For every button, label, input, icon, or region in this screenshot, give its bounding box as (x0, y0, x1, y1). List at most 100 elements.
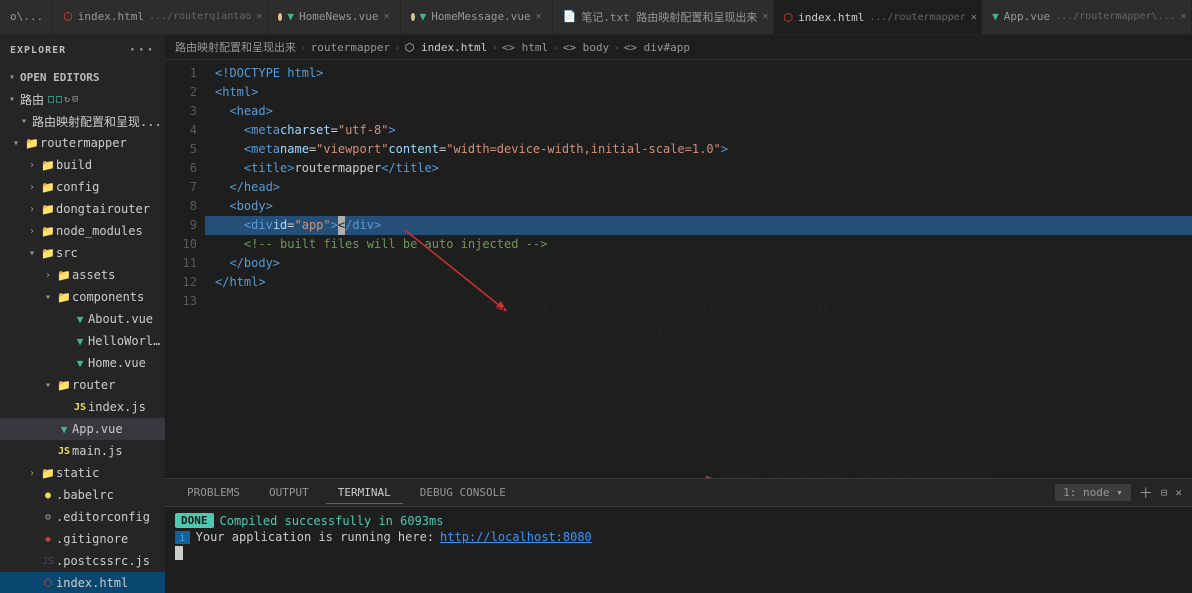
section-label: 路由 (20, 91, 44, 108)
code-line: <title>routermapper</title> (205, 159, 1192, 178)
tab-path: .../routermapper (869, 12, 965, 23)
sidebar-section-open-editors[interactable]: OPEN EDITORS (0, 66, 165, 88)
sidebar-item-about[interactable]: ▼ About.vue (0, 308, 165, 330)
sidebar-item-routermapper[interactable]: 📁 routermapper (0, 132, 165, 154)
bottom-panel: PROBLEMS OUTPUT TERMINAL DEBUG CONSOLE 1… (165, 478, 1192, 593)
sidebar-item-helloworld[interactable]: ▼ HelloWorld.vue (0, 330, 165, 352)
sidebar-item-config[interactable]: 📁 config (0, 176, 165, 198)
close-icon[interactable]: ✕ (536, 11, 542, 22)
compile-text: Compiled successfully in 6093ms (220, 514, 444, 528)
code-content[interactable]: <!DOCTYPE html> <html> <head> <meta char… (205, 60, 1192, 478)
sidebar-item-index-html[interactable]: ⬡ index.html (0, 572, 165, 593)
breadcrumb-item-file: ⬡ index.html (405, 41, 487, 54)
folder-icon: 📁 (40, 159, 56, 172)
tab-index-html-2[interactable]: ⬡ index.html .../routermapper ✕ (774, 0, 983, 34)
add-terminal-icon[interactable]: ＋ (1139, 483, 1153, 503)
split-terminal-icon[interactable]: ⊟ (1161, 486, 1168, 499)
tree-label: config (56, 180, 99, 194)
app-url[interactable]: http://localhost:8080 (440, 530, 592, 544)
new-folder-icon: □ (56, 94, 62, 105)
expand-arrow (40, 270, 56, 281)
sidebar-item-build[interactable]: 📁 build (0, 154, 165, 176)
tree-label: index.html (56, 576, 128, 590)
html-icon: ⬡ (63, 10, 73, 23)
folder-icon: 📁 (40, 247, 56, 260)
close-icon[interactable]: ✕ (383, 11, 389, 22)
tab-label: 笔记.txt 路由映射配置和呈现出来 (581, 9, 757, 25)
breadcrumb-sep: › (613, 41, 620, 54)
close-panel-icon[interactable]: ✕ (1175, 486, 1182, 499)
breadcrumb-item: <> html (502, 41, 548, 54)
sidebar-item-editorconfig[interactable]: ⚙ .editorconfig (0, 506, 165, 528)
sidebar-item-gitignore[interactable]: ◈ .gitignore (0, 528, 165, 550)
modified-dot (411, 13, 415, 21)
cursor (175, 546, 183, 560)
tab-problems[interactable]: PROBLEMS (175, 482, 252, 503)
sidebar-item-index-js[interactable]: JS index.js (0, 396, 165, 418)
collapse-icon: ⊟ (72, 94, 78, 105)
tree-label: node_modules (56, 224, 143, 238)
expand-arrow (24, 468, 40, 479)
tab-path: .../routerqiantao (149, 11, 251, 22)
vue-icon: ▼ (72, 313, 88, 326)
tab-explorer[interactable]: o\... (0, 0, 53, 34)
sidebar-item-home[interactable]: ▼ Home.vue (0, 352, 165, 374)
tab-homemessage[interactable]: ▼ HomeMessage.vue ✕ (401, 0, 553, 34)
sidebar-item-components[interactable]: 📁 components (0, 286, 165, 308)
js-icon: JS (56, 446, 72, 457)
breadcrumb-sep: › (300, 41, 307, 54)
sidebar-item-main-js[interactable]: JS main.js (0, 440, 165, 462)
sidebar-item-babelrc[interactable]: ● .babelrc (0, 484, 165, 506)
folder-icon: 📁 (40, 225, 56, 238)
vue-icon: ▼ (72, 357, 88, 370)
sidebar-item-postcssrc[interactable]: JS .postcssrc.js (0, 550, 165, 572)
code-line-highlighted: <div id="app"></div> (205, 216, 1192, 235)
babel-icon: ● (40, 490, 56, 501)
sidebar-item-node-modules[interactable]: 📁 node_modules (0, 220, 165, 242)
tree-label: main.js (72, 444, 123, 458)
sidebar-section-router[interactable]: 路由 □ □ ↻ ⊟ (0, 88, 165, 110)
folder-icon: 📁 (24, 137, 40, 150)
sidebar-item-src[interactable]: 📁 src (0, 242, 165, 264)
tab-terminal[interactable]: TERMINAL (326, 482, 403, 504)
tab-homenews[interactable]: ▼ HomeNews.vue ✕ (268, 0, 401, 34)
sidebar-item-static[interactable]: 📁 static (0, 462, 165, 484)
sidebar-item-assets[interactable]: 📁 assets (0, 264, 165, 286)
tree-label: Home.vue (88, 356, 146, 370)
expand-arrow (4, 94, 20, 105)
refresh-icon: ↻ (64, 94, 70, 105)
tab-label: HomeNews.vue (299, 10, 378, 23)
folder-icon: 📁 (56, 291, 72, 304)
sidebar-item-router[interactable]: 📁 router (0, 374, 165, 396)
tree-label: router (72, 378, 115, 392)
breadcrumb-item: <> div#app (624, 41, 690, 54)
sidebar-item-dongtairouter[interactable]: 📁 dongtairouter (0, 198, 165, 220)
section-label: 路由映射配置和呈现... (32, 113, 162, 130)
info-prompt: i (175, 531, 190, 544)
tab-notes[interactable]: 📄 笔记.txt 路由映射配置和呈现出来 ✕ (553, 0, 774, 34)
terminal-line-done: DONE Compiled successfully in 6093ms (175, 513, 1182, 528)
tree-label: .postcssrc.js (56, 554, 150, 568)
explorer-label: EXPLORER (10, 45, 66, 56)
txt-icon: 📄 (563, 10, 577, 23)
tab-index-html-1[interactable]: ⬡ index.html .../routerqiantao ✕ (53, 0, 268, 34)
tab-output[interactable]: OUTPUT (257, 482, 321, 503)
close-icon[interactable]: ✕ (1181, 11, 1187, 22)
sidebar-item-app-vue[interactable]: ▼ App.vue (0, 418, 165, 440)
tab-debug-console[interactable]: DEBUG CONSOLE (408, 482, 518, 503)
vue-icon: ▼ (72, 335, 88, 348)
breadcrumb-item: <> body (563, 41, 609, 54)
node-select[interactable]: 1: node ▾ (1055, 484, 1131, 501)
sidebar-item-routermapper-section[interactable]: 路由映射配置和呈现... (0, 110, 165, 132)
tab-app-vue[interactable]: ▼ App.vue .../routermapper\... ✕ (982, 0, 1192, 34)
terminal-content[interactable]: DONE Compiled successfully in 6093ms i Y… (165, 507, 1192, 593)
tree-label: .editorconfig (56, 510, 150, 524)
sidebar: EXPLORER ··· OPEN EDITORS 路由 □ □ ↻ ⊟ (0, 35, 165, 593)
close-icon[interactable]: ✕ (762, 11, 768, 22)
sidebar-header: EXPLORER ··· (0, 35, 165, 66)
expand-arrow (24, 182, 40, 193)
folder-icon: 📁 (40, 181, 56, 194)
sidebar-header-icons: ··· (129, 43, 155, 58)
close-icon[interactable]: ✕ (971, 12, 977, 23)
close-icon[interactable]: ✕ (256, 11, 262, 22)
